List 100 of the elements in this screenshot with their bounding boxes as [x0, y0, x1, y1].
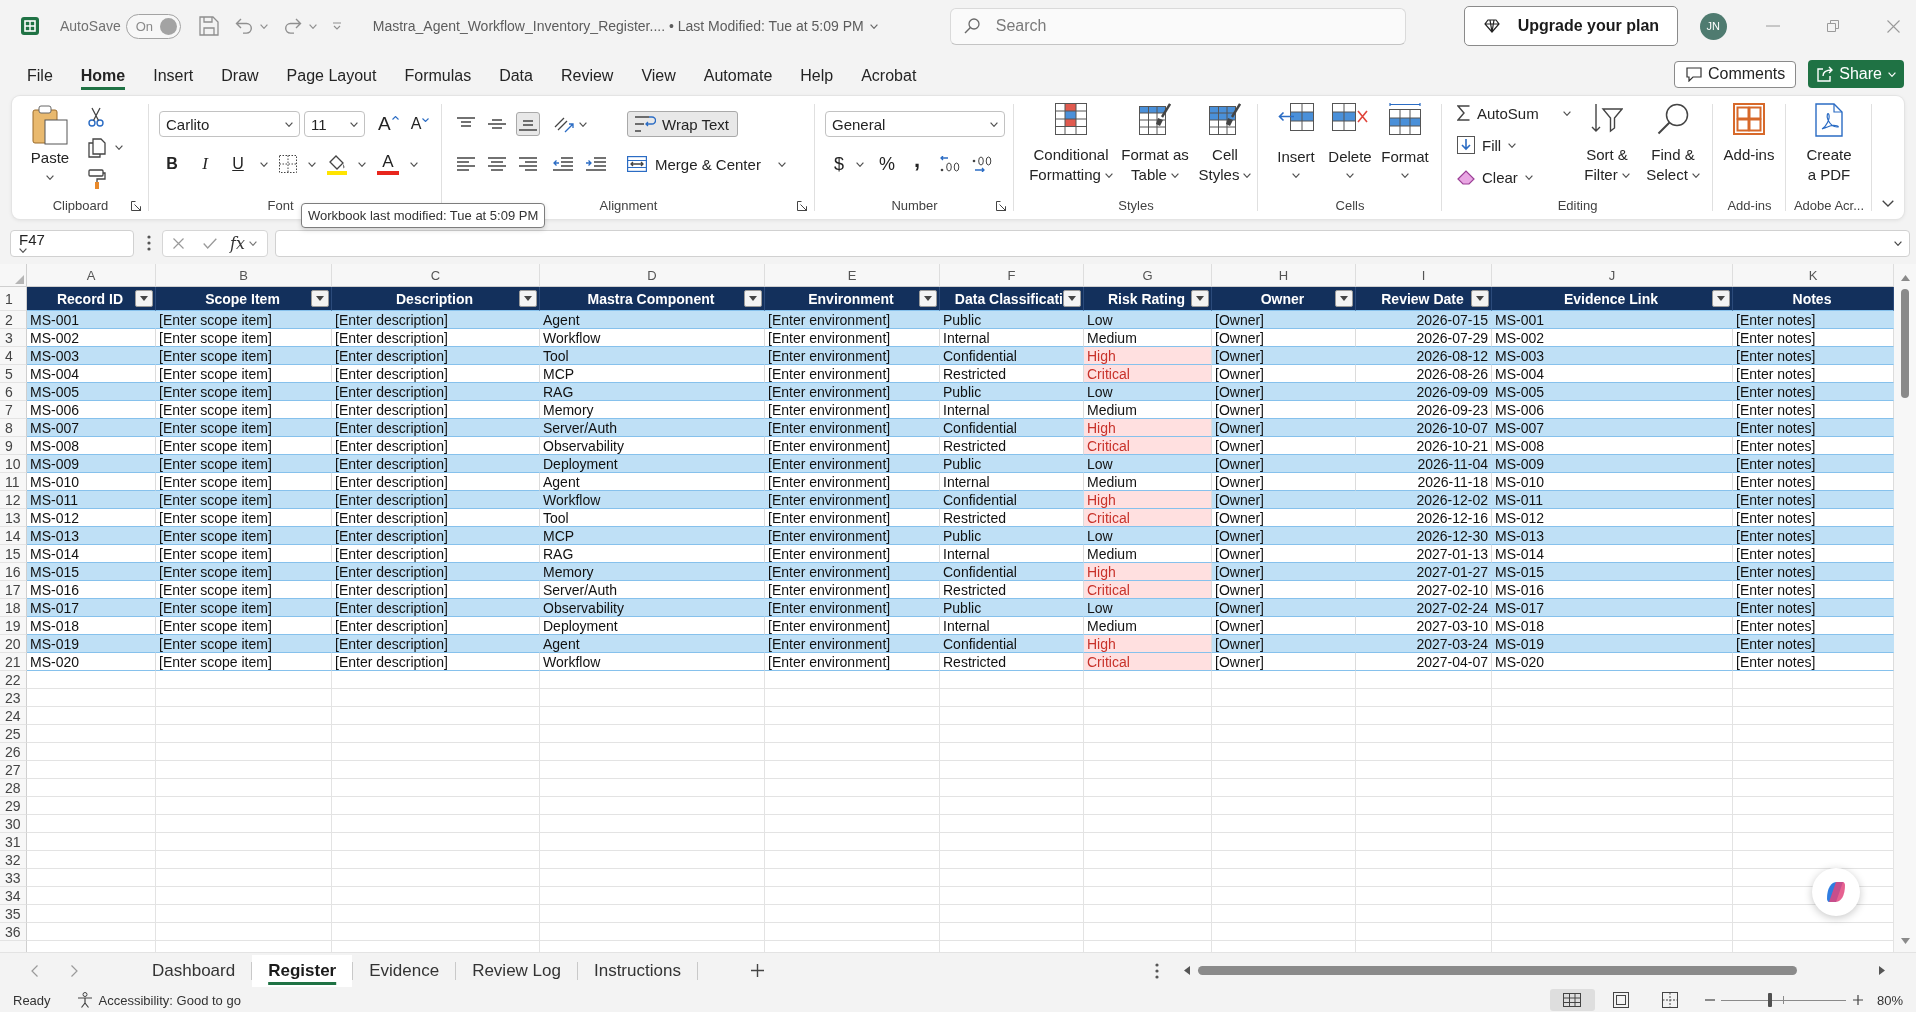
- plus-icon[interactable]: [750, 964, 764, 977]
- user-avatar[interactable]: JN: [1699, 12, 1727, 40]
- scissors-icon[interactable]: [88, 106, 104, 127]
- vertical-dots-icon[interactable]: [1155, 962, 1159, 979]
- dialog-launcher-icon[interactable]: [797, 200, 807, 211]
- row-header[interactable]: 4: [0, 347, 27, 365]
- row-header[interactable]: 18: [0, 599, 27, 617]
- row-header[interactable]: 29: [0, 797, 27, 815]
- underline-button[interactable]: U: [227, 152, 249, 176]
- column-header[interactable]: A: [27, 264, 156, 287]
- row-header[interactable]: 35: [0, 905, 27, 923]
- wrap-text-button[interactable]: Wrap Text: [627, 111, 738, 137]
- sheet-tab[interactable]: Review Log: [456, 954, 577, 987]
- increase-decimal-icon[interactable]: [940, 156, 960, 172]
- row-header[interactable]: 1: [0, 287, 27, 311]
- filter-button[interactable]: [744, 290, 762, 307]
- row-header[interactable]: 25: [0, 725, 27, 743]
- vertical-dots-icon[interactable]: [147, 235, 151, 251]
- upgrade-button[interactable]: Upgrade your plan: [1463, 6, 1678, 46]
- column-header[interactable]: K: [1733, 264, 1894, 287]
- filter-button[interactable]: [1191, 290, 1209, 307]
- cross-icon[interactable]: [173, 237, 184, 249]
- bar-caret-icon[interactable]: [331, 22, 342, 30]
- menu-tab[interactable]: Data: [499, 58, 533, 90]
- triangle-right-icon[interactable]: [1879, 966, 1885, 975]
- check-icon[interactable]: [203, 237, 217, 249]
- chevron-left-icon[interactable]: [31, 964, 38, 977]
- row-header[interactable]: 27: [0, 761, 27, 779]
- menu-tab[interactable]: Insert: [153, 58, 194, 90]
- row-header[interactable]: 33: [0, 869, 27, 887]
- insert-function-button[interactable]: fx: [230, 232, 245, 254]
- menu-tab[interactable]: Review: [560, 58, 614, 90]
- dialog-launcher-icon[interactable]: [996, 200, 1006, 211]
- triangle-left-icon[interactable]: [1184, 966, 1190, 975]
- caret-icon[interactable]: [579, 121, 587, 127]
- row-header[interactable]: 3: [0, 329, 27, 347]
- accessibility-icon[interactable]: [76, 992, 93, 1008]
- align-right-icon[interactable]: [519, 157, 537, 171]
- align-left-icon[interactable]: [457, 157, 475, 171]
- filter-button[interactable]: [1471, 290, 1489, 307]
- caret-icon[interactable]: [308, 161, 316, 167]
- font-name-field[interactable]: Carlito: [159, 111, 300, 137]
- bold-button[interactable]: B: [161, 152, 183, 176]
- percent-button[interactable]: %: [876, 152, 898, 176]
- row-header[interactable]: 11: [0, 473, 27, 491]
- row-header[interactable]: 23: [0, 689, 27, 707]
- delete-button[interactable]: Delete: [1326, 96, 1374, 195]
- number-format-field[interactable]: General: [825, 111, 1005, 137]
- comma-style-button[interactable]: ,: [906, 152, 928, 176]
- plus-icon[interactable]: [1852, 995, 1863, 1005]
- restore-icon[interactable]: [1826, 20, 1839, 32]
- row-header[interactable]: 5: [0, 365, 27, 383]
- italic-button[interactable]: I: [194, 152, 216, 176]
- filter-button[interactable]: [311, 290, 329, 307]
- row-header[interactable]: 26: [0, 743, 27, 761]
- merge-center-button[interactable]: Merge & Center: [627, 152, 761, 176]
- format-button[interactable]: Format: [1380, 96, 1430, 195]
- row-header[interactable]: 15: [0, 545, 27, 563]
- save-icon[interactable]: [198, 16, 219, 36]
- row-header[interactable]: 14: [0, 527, 27, 545]
- row-header[interactable]: 6: [0, 383, 27, 401]
- insert-button[interactable]: Insert: [1272, 96, 1320, 195]
- row-header[interactable]: 34: [0, 887, 27, 905]
- triangle-down-icon[interactable]: [1900, 938, 1910, 944]
- menu-tab[interactable]: File: [27, 58, 53, 90]
- comments-button[interactable]: Comments: [1673, 60, 1797, 88]
- row-header[interactable]: 8: [0, 419, 27, 437]
- autosum-button[interactable]: AutoSum: [1455, 99, 1541, 127]
- undo-icon[interactable]: [234, 18, 253, 34]
- row-header[interactable]: 31: [0, 833, 27, 851]
- outdent-icon[interactable]: [553, 157, 573, 171]
- paint-roller-icon[interactable]: [88, 168, 106, 189]
- column-header[interactable]: G: [1084, 264, 1212, 287]
- font-color-button[interactable]: A: [377, 153, 399, 175]
- caret-icon[interactable]: [248, 240, 257, 246]
- menu-tab[interactable]: Automate: [703, 58, 773, 90]
- column-header[interactable]: H: [1212, 264, 1356, 287]
- close-icon[interactable]: [1886, 19, 1900, 33]
- minus-icon[interactable]: [1704, 999, 1715, 1001]
- menu-tab[interactable]: Draw: [221, 58, 259, 90]
- scrollbar-thumb[interactable]: [1198, 966, 1797, 975]
- scrollbar-thumb[interactable]: [1901, 289, 1909, 398]
- filter-button[interactable]: [1712, 290, 1730, 307]
- copy-icon[interactable]: [88, 137, 106, 158]
- name-box-field[interactable]: F47: [10, 229, 134, 257]
- grow-font-button[interactable]: A: [375, 112, 402, 136]
- borders-icon[interactable]: [279, 155, 297, 173]
- row-header[interactable]: 17: [0, 581, 27, 599]
- row-header[interactable]: 9: [0, 437, 27, 455]
- row-header[interactable]: 20: [0, 635, 27, 653]
- slider-thumb[interactable]: [1767, 993, 1772, 1007]
- caret-icon[interactable]: [115, 145, 123, 150]
- filter-button[interactable]: [135, 290, 153, 307]
- row-header[interactable]: 19: [0, 617, 27, 635]
- sheet-tab[interactable]: Dashboard: [136, 954, 252, 987]
- clear-button[interactable]: Clear: [1455, 163, 1535, 191]
- caret-icon[interactable]: [856, 161, 864, 167]
- column-header[interactable]: B: [156, 264, 332, 287]
- sheet-tab[interactable]: Register: [252, 954, 353, 987]
- filter-button[interactable]: [919, 290, 937, 307]
